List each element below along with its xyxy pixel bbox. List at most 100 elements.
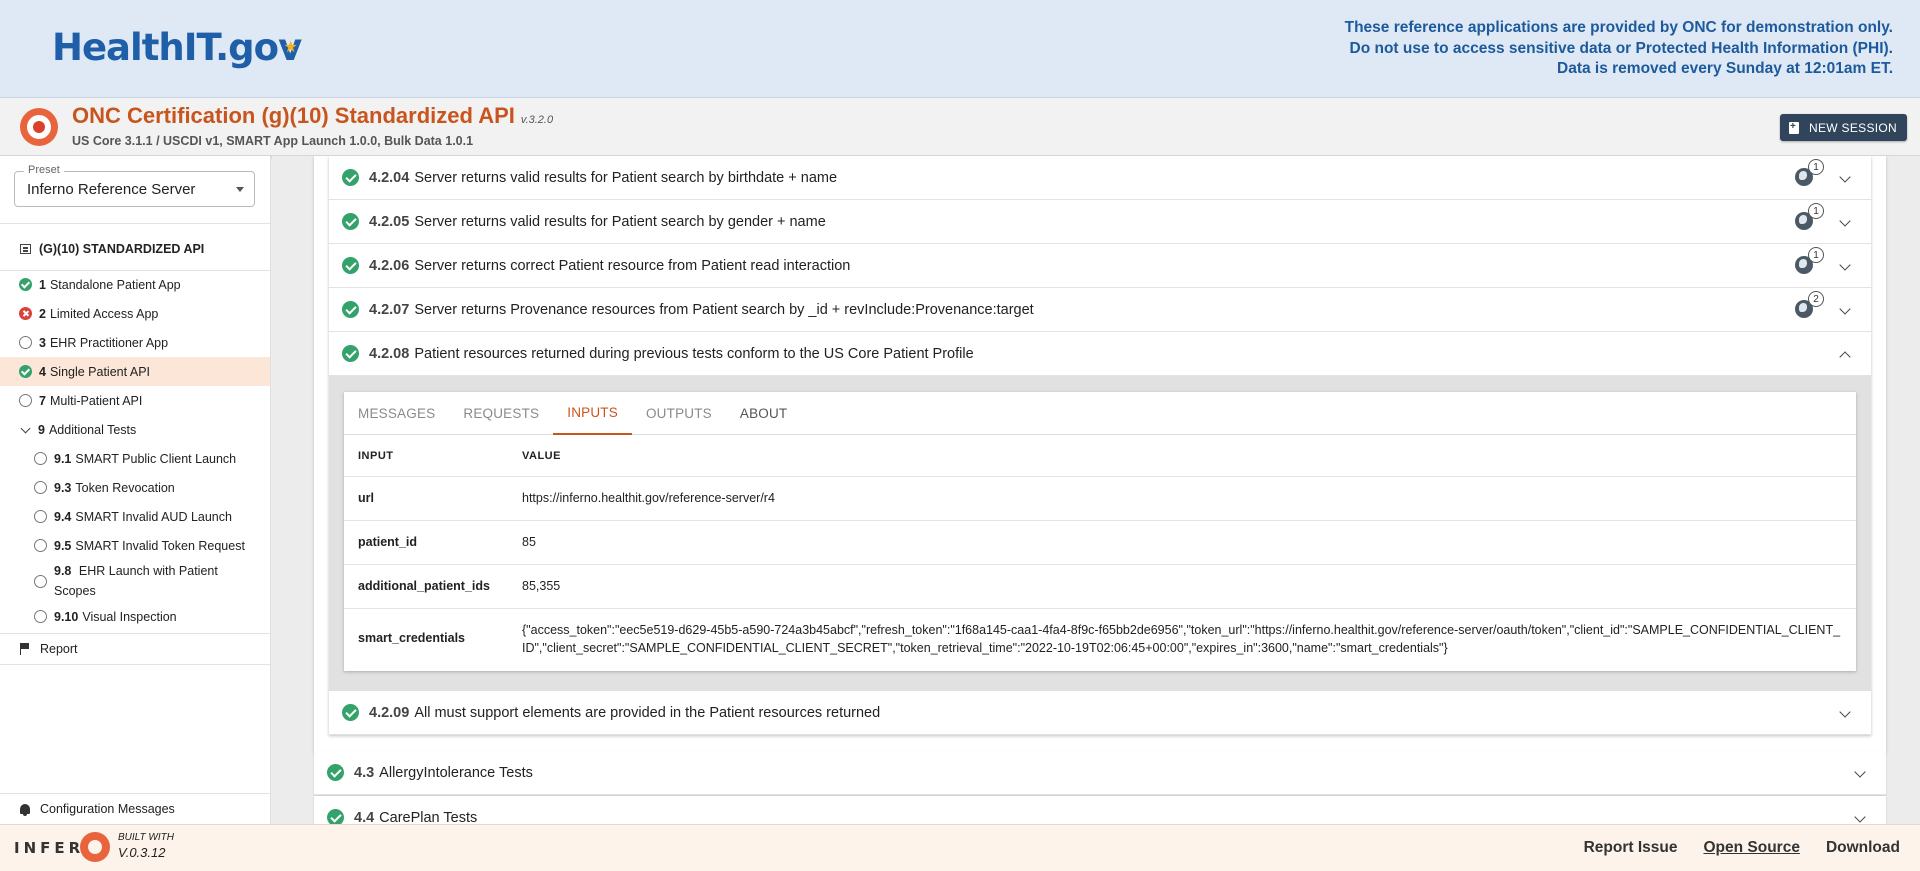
main-content[interactable]: 4.2.04 Server returns valid results for … — [272, 156, 1920, 824]
divider — [0, 223, 270, 224]
tab-outputs[interactable]: OUTPUTS — [632, 392, 726, 435]
new-session-button[interactable]: NEW SESSION — [1780, 114, 1907, 141]
footer-links: Report Issue Open Source Download — [1558, 839, 1900, 857]
group-row-4-3[interactable]: 4.3 AllergyIntolerance Tests — [314, 751, 1886, 795]
healthit-banner: HealthIT.gov ★ These reference applicati… — [0, 0, 1920, 98]
healthit-logo[interactable]: HealthIT.gov ★ — [52, 26, 302, 69]
sidebar-item-label: Visual Inspection — [82, 609, 177, 624]
sidebar-item-number: 9 — [38, 422, 45, 437]
sidebar-item-standalone-patient-app[interactable]: 1 Standalone Patient App — [0, 270, 270, 299]
pass-icon — [342, 169, 359, 186]
sidebar-item-additional-tests[interactable]: 9 Additional Tests — [0, 415, 270, 444]
tab-messages[interactable]: MESSAGES — [344, 392, 449, 435]
request-count-badge: 1 — [1808, 159, 1824, 175]
chevron-down-icon[interactable] — [1839, 706, 1851, 718]
pending-circle-icon — [34, 510, 47, 523]
inferno-flame-icon — [80, 832, 110, 862]
test-number: 4.2.05 — [369, 213, 410, 230]
open-source-link[interactable]: Open Source — [1703, 839, 1799, 857]
sidebar-item-label: Token Revocation — [75, 480, 175, 495]
sidebar-item-number: 1 — [39, 277, 46, 292]
sidebar-subitem-visual-inspection[interactable]: 9.10 Visual Inspection — [0, 602, 270, 631]
pass-icon — [342, 345, 359, 362]
notice-line: Do not use to access sensitive data or P… — [1349, 39, 1893, 57]
test-row-4-2-09[interactable]: 4.2.09 All must support elements are pro… — [329, 691, 1871, 735]
preset-select[interactable]: Preset Inferno Reference Server — [14, 164, 255, 207]
sidebar-subitem-ehr-launch-with-patient-scopes[interactable]: 9.8 EHR Launch with Patient Scopes — [0, 560, 270, 602]
sidebar-suite-header[interactable]: (G)(10) STANDARDIZED API — [0, 235, 270, 263]
page-title: ONC Certification (g)(10) Standardized A… — [72, 103, 553, 129]
pass-icon — [342, 301, 359, 318]
chevron-down-icon[interactable] — [1839, 303, 1851, 315]
sidebar-item-label-block: 9.8 EHR Launch with Patient Scopes — [54, 561, 218, 601]
notice-line: These reference applications are provide… — [1344, 19, 1893, 36]
sidebar-item-number: 9.8 — [54, 564, 72, 578]
chevron-down-icon[interactable] — [1839, 215, 1851, 227]
report-issue-link[interactable]: Report Issue — [1584, 839, 1678, 857]
sidebar-subitem-smart-invalid-aud-launch[interactable]: 9.4 SMART Invalid AUD Launch — [0, 502, 270, 531]
footer: INFERN BUILT WITH V.0.3.12 Report Issue … — [0, 824, 1920, 871]
sidebar-item-number: 9.5 — [54, 538, 72, 553]
flag-icon — [20, 642, 30, 655]
dropdown-arrow-icon — [236, 187, 244, 192]
sidebar-item-ehr-practitioner-app[interactable]: 3 EHR Practitioner App — [0, 328, 270, 357]
sidebar-item-number: 3 — [39, 335, 46, 350]
pass-icon — [19, 365, 32, 378]
inferno-flame-icon[interactable] — [20, 108, 58, 146]
test-row-4-2-08[interactable]: 4.2.08 Patient resources returned during… — [329, 332, 1871, 376]
test-row-4-2-05[interactable]: 4.2.05 Server returns valid results for … — [329, 200, 1871, 244]
pending-circle-icon — [19, 394, 32, 407]
test-number: 4.2.04 — [369, 169, 410, 186]
built-with-label: BUILT WITH — [118, 832, 174, 843]
sidebar-item-limited-access-app[interactable]: 2 Limited Access App — [0, 299, 270, 328]
sidebar-item-configuration-messages[interactable]: Configuration Messages — [0, 794, 270, 823]
tab-about[interactable]: ABOUT — [726, 392, 802, 435]
star-icon: ★ — [283, 37, 298, 56]
chevron-up-icon[interactable] — [1839, 351, 1851, 363]
tab-inputs[interactable]: INPUTS — [553, 392, 632, 435]
suite-subtitle: US Core 3.1.1 / USCDI v1, SMART App Laun… — [72, 134, 474, 148]
sidebar-item-label: Configuration Messages — [40, 801, 175, 816]
sidebar-item-label: SMART Invalid AUD Launch — [75, 509, 232, 524]
tab-requests[interactable]: REQUESTS — [449, 392, 553, 435]
sidebar-item-label: Additional Tests — [48, 422, 137, 437]
sidebar-item-label: Standalone Patient App — [49, 277, 181, 292]
test-row-4-2-04[interactable]: 4.2.04 Server returns valid results for … — [329, 156, 1871, 200]
app-header: ONC Certification (g)(10) Standardized A… — [0, 98, 1920, 156]
new-session-label: NEW SESSION — [1809, 120, 1897, 135]
download-link[interactable]: Download — [1826, 839, 1900, 857]
sidebar-subitem-smart-invalid-token-request[interactable]: 9.5 SMART Invalid Token Request — [0, 531, 270, 560]
chevron-down-icon[interactable] — [1839, 259, 1851, 271]
chevron-down-icon[interactable] — [1839, 171, 1851, 183]
sidebar-item-report[interactable]: Report — [0, 634, 270, 663]
sidebar-item-label: Report — [40, 641, 78, 656]
request-count-badge: 1 — [1808, 203, 1824, 219]
details-tabs: MESSAGES REQUESTS INPUTS OUTPUTS ABOUT — [344, 392, 1856, 435]
sidebar-item-label: Single Patient API — [49, 364, 151, 379]
test-details-card: MESSAGES REQUESTS INPUTS OUTPUTS ABOUT I… — [344, 392, 1856, 671]
sidebar-subitem-smart-public-client-launch[interactable]: 9.1 SMART Public Client Launch — [0, 444, 270, 473]
input-name: smart_credentials — [358, 631, 466, 645]
sidebar-item-multi-patient-api[interactable]: 7 Multi-Patient API — [0, 386, 270, 415]
test-row-4-2-07[interactable]: 4.2.07 Server returns Provenance resourc… — [329, 288, 1871, 332]
pending-circle-icon — [34, 574, 47, 588]
sidebar-subitem-token-revocation[interactable]: 9.3 Token Revocation — [0, 473, 270, 502]
pending-circle-icon — [34, 481, 47, 494]
inputs-table-header: INPUT VALUE — [344, 435, 1856, 477]
pass-icon — [342, 213, 359, 230]
sidebar-item-single-patient-api[interactable]: 4 Single Patient API — [0, 357, 270, 386]
test-row-4-2-06[interactable]: 4.2.06 Server returns correct Patient re… — [329, 244, 1871, 288]
input-value: 85 — [522, 535, 536, 549]
test-title: Server returns Provenance resources from… — [414, 301, 1034, 318]
sidebar-item-number: 4 — [39, 364, 46, 379]
test-group-card: 4.2.04 Server returns valid results for … — [314, 156, 1886, 752]
sidebar-item-label: Multi-Patient API — [49, 393, 143, 408]
group-number: 4.4 — [354, 809, 375, 825]
pass-icon — [327, 764, 344, 781]
pass-icon — [342, 704, 359, 721]
group-row-4-4[interactable]: 4.4 CarePlan Tests — [314, 796, 1886, 824]
sidebar: Preset Inferno Reference Server (G)(10) … — [0, 156, 271, 824]
chevron-down-icon[interactable] — [1854, 811, 1866, 823]
test-number: 4.2.07 — [369, 301, 410, 318]
chevron-down-icon[interactable] — [1854, 766, 1866, 778]
